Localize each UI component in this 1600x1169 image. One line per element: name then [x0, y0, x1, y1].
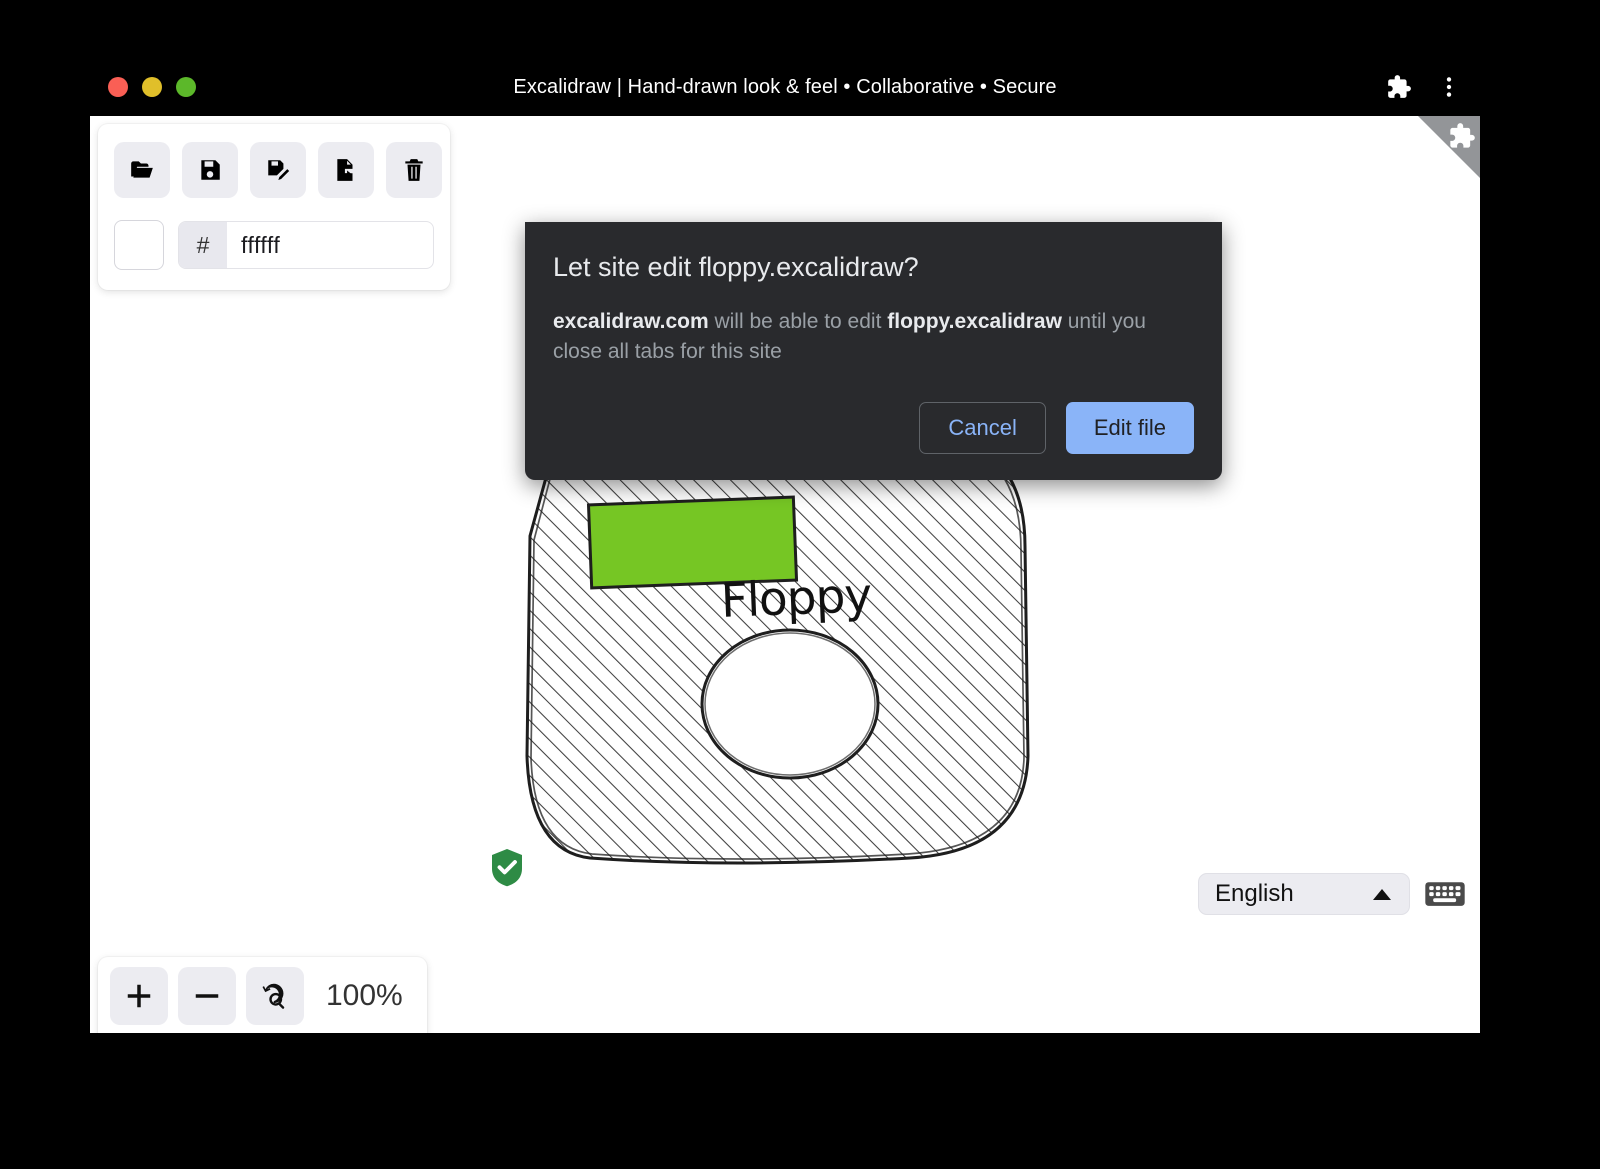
excalidraw-viewport[interactable]: Floppy	[90, 116, 1480, 1033]
permission-dialog: Let site edit floppy.excalidraw? excalid…	[525, 222, 1222, 480]
dialog-buttons: Cancel Edit file	[553, 402, 1194, 454]
floppy-hub	[702, 630, 878, 778]
reset-zoom-button[interactable]	[246, 967, 304, 1025]
reset-canvas-button[interactable]	[386, 142, 442, 198]
save-button[interactable]	[182, 142, 238, 198]
dialog-body-mid: will be able to edit	[709, 310, 888, 333]
shield-check-icon	[489, 847, 525, 887]
hex-input[interactable]: ffffff	[227, 232, 280, 259]
hash-prefix: #	[179, 222, 227, 268]
tool-island: # ffffff	[98, 124, 450, 290]
window-title: Excalidraw | Hand-drawn look & feel • Co…	[90, 76, 1480, 99]
trash-icon	[401, 157, 427, 183]
titlebar-actions	[1386, 74, 1462, 100]
cancel-button[interactable]: Cancel	[919, 402, 1045, 454]
minimize-window-button[interactable]	[142, 77, 162, 97]
dialog-origin: excalidraw.com	[553, 310, 709, 333]
browser-titlebar: Excalidraw | Hand-drawn look & feel • Co…	[90, 58, 1480, 116]
browser-window: Excalidraw | Hand-drawn look & feel • Co…	[90, 58, 1480, 1033]
export-icon	[333, 157, 359, 183]
language-select[interactable]: English	[1198, 873, 1410, 915]
close-window-button[interactable]	[108, 77, 128, 97]
minus-icon	[192, 981, 222, 1011]
export-button[interactable]	[318, 142, 374, 198]
keyboard-shortcuts-button[interactable]	[1424, 878, 1466, 910]
footer-right: English	[1198, 873, 1466, 915]
zoom-level-label[interactable]: 100%	[314, 979, 415, 1013]
canvas-background-row: # ffffff	[114, 220, 434, 270]
zoom-in-button[interactable]	[110, 967, 168, 1025]
open-icon	[129, 157, 155, 183]
maximize-window-button[interactable]	[176, 77, 196, 97]
menu-icon[interactable]	[1436, 74, 1462, 100]
color-swatch[interactable]	[114, 220, 164, 270]
status-shield[interactable]	[489, 847, 525, 887]
hex-input-group[interactable]: # ffffff	[178, 221, 434, 269]
save-as-icon	[265, 157, 291, 183]
dialog-filename: floppy.excalidraw	[887, 310, 1062, 333]
chevron-up-icon	[1373, 889, 1391, 900]
zoom-island: 100%	[98, 957, 427, 1033]
save-as-button[interactable]	[250, 142, 306, 198]
floppy-label	[589, 497, 797, 588]
dialog-body: excalidraw.com will be able to edit flop…	[553, 307, 1193, 368]
file-actions	[114, 142, 434, 198]
traffic-lights	[108, 77, 196, 97]
dialog-title: Let site edit floppy.excalidraw?	[553, 252, 1194, 283]
save-icon	[197, 157, 223, 183]
extensions-icon[interactable]	[1386, 74, 1412, 100]
language-label: English	[1215, 880, 1294, 908]
edit-file-button[interactable]: Edit file	[1066, 402, 1194, 454]
keyboard-icon	[1424, 878, 1466, 910]
zoom-out-button[interactable]	[178, 967, 236, 1025]
plus-icon	[124, 981, 154, 1011]
open-button[interactable]	[114, 142, 170, 198]
zoom-reset-icon	[260, 981, 290, 1011]
